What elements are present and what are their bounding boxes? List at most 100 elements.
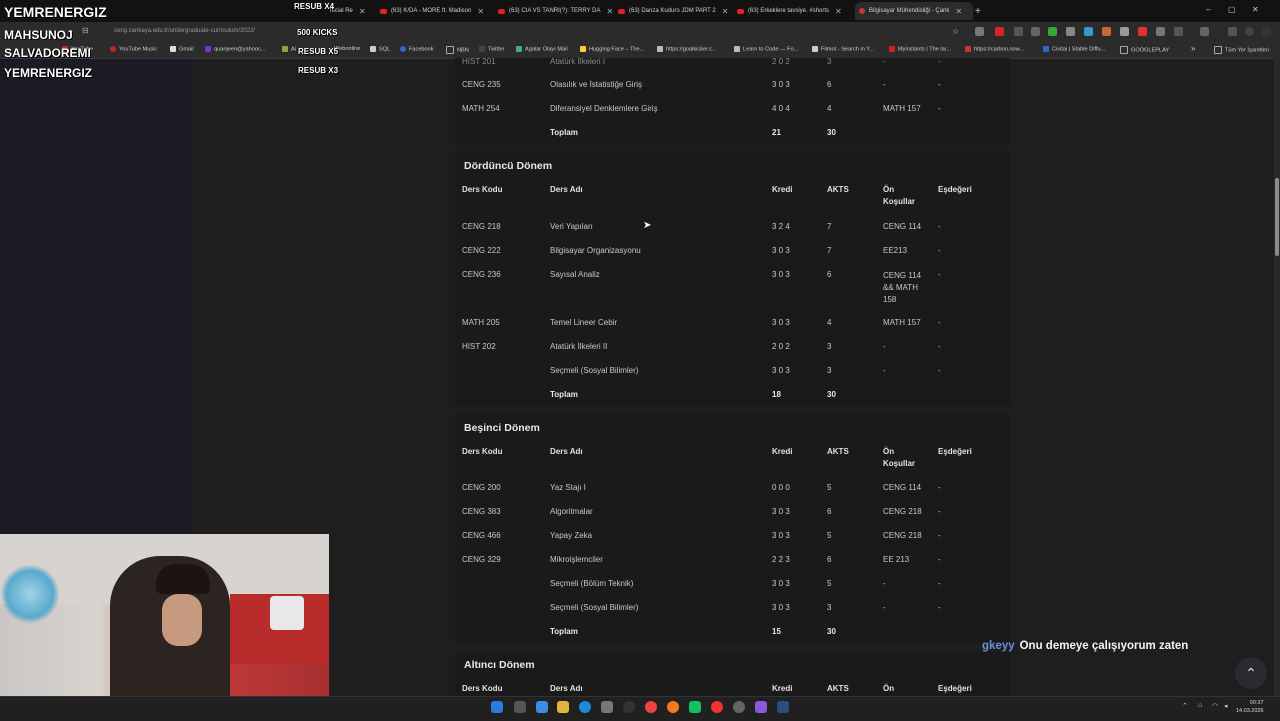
extension-icon[interactable]	[1102, 27, 1111, 36]
app-icon[interactable]	[711, 701, 723, 713]
taskbar-clock[interactable]: 00:37 14.03.2026	[1236, 699, 1264, 715]
bookmark-item[interactable]: SQL	[370, 46, 390, 52]
bookmark-item[interactable]: Gmail	[170, 46, 194, 52]
url-field[interactable]: ceng.cankaya.edu.tr/undergraduate-curric…	[114, 28, 255, 34]
extension-icon[interactable]	[1031, 27, 1040, 36]
header-ects: AKTS	[827, 185, 849, 194]
profile-avatar-icon[interactable]	[1245, 27, 1254, 36]
steam-icon[interactable]	[777, 701, 789, 713]
bookmark-item[interactable]: Facebook	[400, 46, 434, 52]
copilot-icon[interactable]	[536, 701, 548, 713]
bookmark-item[interactable]: https://goalkicker.c...	[657, 46, 717, 52]
course-name: Veri Yapıları	[550, 222, 593, 231]
windows-start-icon[interactable]	[491, 701, 503, 713]
tab-1[interactable]: (63) K/DA - MORE ft. Madison ✕	[380, 2, 492, 20]
task-view-icon[interactable]	[514, 701, 526, 713]
extension-icon[interactable]	[995, 27, 1004, 36]
new-tab-button[interactable]: +	[975, 2, 985, 20]
bookmark-item[interactable]: Ai	[282, 46, 296, 52]
download-icon[interactable]	[1200, 27, 1209, 36]
course-prereq: CENG 218	[883, 531, 922, 540]
close-icon[interactable]: ✕	[477, 7, 484, 16]
course-code: CENG 200	[462, 483, 501, 492]
course-name: Atatürk İlkeleri I	[550, 57, 606, 66]
bookmark-label: GOOGLEPLAY	[1131, 47, 1170, 54]
bookmark-item[interactable]: Agalar Olayı Mail	[516, 46, 568, 52]
file-explorer-icon[interactable]	[557, 701, 569, 713]
course-ects: 5	[827, 579, 832, 588]
app-icon[interactable]	[623, 701, 635, 713]
settings-icon[interactable]	[733, 701, 745, 713]
mail-icon	[516, 46, 522, 52]
minimize-icon[interactable]: –	[1206, 5, 1210, 14]
header-code: Ders Kodu	[462, 447, 503, 456]
bookmark-item[interactable]: Filmot - Search in Y...	[812, 46, 874, 52]
tune-icon[interactable]: ⊟	[82, 26, 89, 35]
all-bookmarks[interactable]: Tüm Yer İşaretleri	[1214, 46, 1269, 54]
bookmark-label: Facebook	[409, 46, 434, 53]
close-icon[interactable]: ✕	[722, 7, 729, 16]
bookmark-item[interactable]: Myinstants | The lar...	[889, 46, 951, 52]
tab-5-active[interactable]: Bilgisayar Mühendisliği - Çank ✕	[855, 2, 973, 20]
bookmark-label: Myinstants | The lar...	[898, 46, 951, 53]
star-icon[interactable]: ☆	[952, 27, 959, 36]
network-icon[interactable]: ⌂	[1198, 702, 1202, 709]
bookmark-item[interactable]: https://carbon.now...	[965, 46, 1024, 52]
course-prereq: EE 213	[883, 555, 910, 564]
volume-icon[interactable]: ◂	[1224, 702, 1228, 710]
bookmark-item[interactable]: NBN	[446, 46, 469, 54]
chrome-icon[interactable]	[645, 701, 657, 713]
extension-icon[interactable]	[1120, 27, 1129, 36]
edge-icon[interactable]	[579, 701, 591, 713]
semester-card-fifth	[455, 414, 1010, 644]
course-ects: 4	[827, 318, 832, 327]
bookmark-item[interactable]: Twitter	[479, 46, 504, 52]
tab-3[interactable]: (63) Danza Kuduro JDM PART 2 ✕	[618, 2, 730, 20]
close-window-icon[interactable]: ✕	[1252, 5, 1259, 14]
page-scrollbar[interactable]	[1274, 58, 1280, 696]
maximize-icon[interactable]: ▢	[1228, 5, 1236, 14]
store-icon[interactable]	[601, 701, 613, 713]
bookmark-item[interactable]: Hugging Face – The...	[580, 46, 644, 52]
header-ects: AKTS	[827, 684, 849, 693]
bookmark-item[interactable]: quanjeen@yahooc...	[205, 46, 265, 52]
wifi-icon[interactable]: ◠	[1212, 702, 1218, 710]
extension-icon[interactable]	[1014, 27, 1023, 36]
extension-icon[interactable]	[1156, 27, 1165, 36]
course-ects: 6	[827, 507, 832, 516]
app-icon[interactable]	[755, 701, 767, 713]
course-prereq: MATH 157	[883, 104, 921, 113]
bookmark-item[interactable]: Civitai | Stable Diffu...	[1043, 46, 1105, 52]
semester-title: Beşinci Dönem	[464, 422, 540, 434]
close-icon[interactable]: ✕	[835, 7, 842, 16]
extension-icon[interactable]	[1048, 27, 1057, 36]
course-name: Temel Lineer Cebir	[550, 318, 618, 327]
bookmark-item[interactable]: YouTube Music	[110, 46, 157, 52]
course-code: MATH 205	[462, 318, 500, 327]
extension-icon[interactable]	[1066, 27, 1075, 36]
course-credit: 2 0 2	[772, 57, 790, 66]
bookmark-item[interactable]: GOOGLEPLAY	[1120, 46, 1169, 54]
tab-4[interactable]: (63) Erkeklere tavsiye. #shorts ✕	[737, 2, 849, 20]
app-icon[interactable]	[689, 701, 701, 713]
browser-tab-bar: fficial Re ✕ (63) K/DA - MORE ft. Madison…	[0, 0, 1280, 22]
extension-icon[interactable]	[1084, 27, 1093, 36]
close-icon[interactable]: ✕	[359, 7, 366, 16]
close-icon[interactable]: ✕	[955, 7, 962, 16]
tray-chevron-icon[interactable]: ⌃	[1182, 702, 1188, 710]
menu-dots-icon[interactable]	[1262, 27, 1271, 36]
extension-icon[interactable]	[1138, 27, 1147, 36]
extension-icon[interactable]	[975, 27, 984, 36]
total-label: Toplam	[550, 128, 578, 137]
scroll-to-top-button[interactable]: ⌃	[1235, 657, 1267, 689]
sidepanel-icon[interactable]	[1228, 27, 1237, 36]
header-credit: Kredi	[772, 684, 793, 693]
tab-2[interactable]: (63) CIA VS TANRI(?): TERRY DA ✕	[498, 2, 612, 20]
scrollbar-thumb[interactable]	[1275, 178, 1279, 256]
extensions-puzzle-icon[interactable]	[1174, 27, 1183, 36]
bookmarks-overflow[interactable]: »	[1191, 44, 1195, 53]
firefox-icon[interactable]	[667, 701, 679, 713]
bookmark-item[interactable]: Learn to Code — Fo...	[734, 46, 798, 52]
close-icon[interactable]: ✕	[606, 7, 612, 16]
tab-0[interactable]: fficial Re ✕	[330, 2, 374, 20]
